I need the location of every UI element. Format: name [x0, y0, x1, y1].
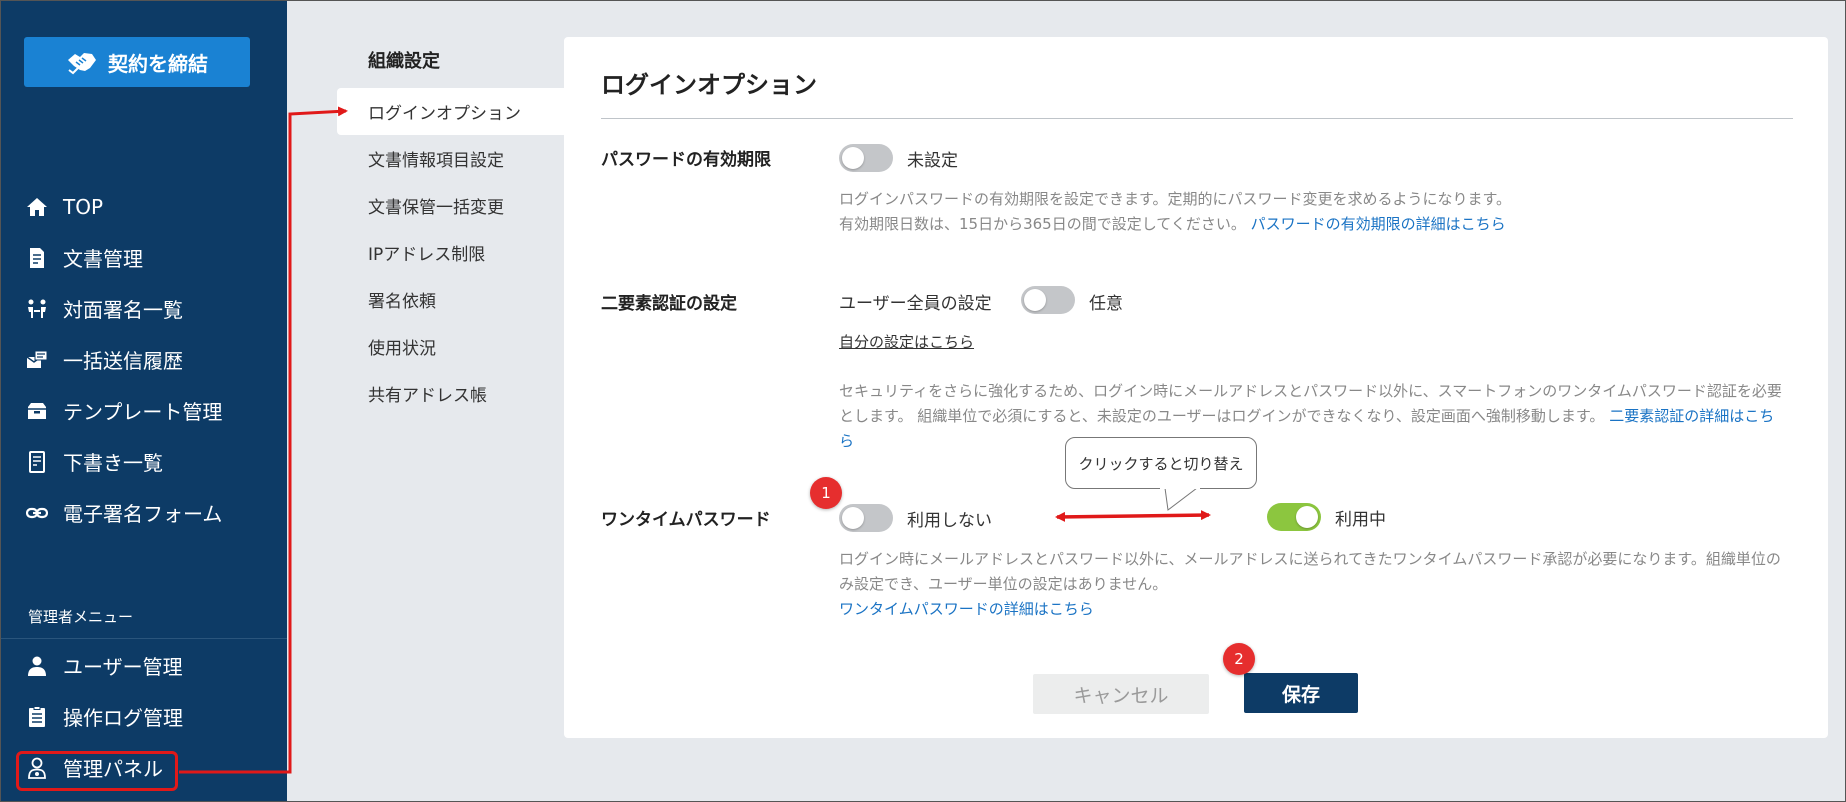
- nav-item-operation-log[interactable]: 操作ログ管理: [1, 691, 287, 742]
- nav-item-face-to-face[interactable]: 対面署名一覧: [1, 283, 287, 334]
- nav-item-label: 電子署名フォーム: [63, 502, 223, 526]
- password-expiry-state: 未設定: [907, 151, 958, 171]
- nav-item-signature-form[interactable]: 電子署名フォーム: [1, 487, 287, 538]
- toggle-knob: [842, 147, 864, 169]
- nav-item-templates[interactable]: テンプレート管理: [1, 385, 287, 436]
- divider: [601, 118, 1793, 119]
- nav-item-label: ユーザー管理: [63, 655, 183, 679]
- password-expiry-label: パスワードの有効期限: [601, 150, 771, 170]
- nav-item-admin-panel[interactable]: 管理パネル: [1, 742, 287, 793]
- settings-submenu: ログインオプション 文書情報項目設定 文書保管一括変更 IPアドレス制限 署名依…: [337, 88, 565, 417]
- submenu-title: 組織設定: [368, 51, 440, 72]
- all-users-setting-label: ユーザー全員の設定: [839, 294, 992, 314]
- nav-item-label: 文書管理: [63, 247, 143, 271]
- step-badge-2: 2: [1223, 643, 1255, 675]
- two-factor-details-link[interactable]: 二要素認証の詳細はこち: [1609, 407, 1774, 425]
- admin-nav: ユーザー管理 操作ログ管理 管理パネル: [1, 640, 287, 793]
- toggle-callout: クリックすると切り替え: [1065, 437, 1257, 489]
- two-factor-description: セキュリティをさらに強化するため、ログイン時にメールアドレスとパスワード以外に、…: [839, 379, 1799, 454]
- sidebar: 契約を締結 TOP 文書管理 対面署名一覧 一括送信履歴 テンプレート管理 下書…: [1, 1, 287, 801]
- password-expiry-details-link[interactable]: パスワードの有効期限の詳細はこちら: [1251, 215, 1506, 233]
- cancel-button[interactable]: キャンセル: [1033, 674, 1209, 714]
- two-factor-state: 任意: [1089, 294, 1123, 314]
- nav-item-user-management[interactable]: ユーザー管理: [1, 640, 287, 691]
- divider: [1, 638, 287, 639]
- one-time-password-label: ワンタイムパスワード: [601, 510, 771, 530]
- description-line: み設定でき、ユーザー単位の設定はありません。: [839, 575, 1168, 593]
- submenu-item-document-fields[interactable]: 文書情報項目設定: [337, 135, 565, 182]
- submenu-item-usage[interactable]: 使用状況: [337, 323, 565, 370]
- submenu-item-ip-restriction[interactable]: IPアドレス制限: [337, 229, 565, 276]
- description-text: 有効期限日数は、15日から365日の間で設定してください。: [839, 215, 1246, 233]
- one-time-password-on-label: 利用中: [1335, 510, 1386, 530]
- admin-user-icon: [25, 756, 49, 780]
- one-time-password-off-label: 利用しない: [907, 511, 992, 531]
- contract-button[interactable]: 契約を締結: [24, 37, 250, 87]
- face-to-face-icon: [25, 297, 49, 321]
- nav-item-label: TOP: [63, 194, 104, 219]
- main-nav: TOP 文書管理 対面署名一覧 一括送信履歴 テンプレート管理 下書き一覧 電子…: [1, 181, 287, 538]
- page-title: ログインオプション: [601, 71, 817, 99]
- own-settings-link[interactable]: 自分の設定はこちら: [839, 331, 974, 352]
- step-badge-1: 1: [810, 477, 842, 509]
- nav-item-label: 操作ログ管理: [63, 706, 183, 730]
- nav-item-bulk-send[interactable]: 一括送信履歴: [1, 334, 287, 385]
- admin-menu-heading: 管理者メニュー: [28, 608, 134, 626]
- two-factor-details-link-cont[interactable]: ら: [839, 429, 1799, 454]
- description-line: セキュリティをさらに強化するため、ログイン時にメールアドレスとパスワード以外に、…: [839, 382, 1782, 400]
- save-button[interactable]: 保存: [1244, 673, 1358, 713]
- one-time-password-toggle-off[interactable]: [839, 504, 893, 532]
- contract-button-label: 契約を締結: [108, 51, 208, 76]
- password-expiry-description: ログインパスワードの有効期限を設定できます。定期的にパスワード変更を求めるように…: [839, 187, 1799, 237]
- submenu-item-shared-address-book[interactable]: 共有アドレス帳: [337, 370, 565, 417]
- nav-item-label: 下書き一覧: [63, 451, 163, 475]
- two-factor-label: 二要素認証の設定: [601, 294, 737, 314]
- submenu-item-storage-bulk-change[interactable]: 文書保管一括変更: [337, 182, 565, 229]
- description-line: とします。 組織単位で必須にすると、未設定のユーザーはログインができなくなり、設…: [839, 404, 1799, 429]
- two-factor-toggle[interactable]: [1021, 286, 1075, 314]
- log-icon: [25, 705, 49, 729]
- nav-item-drafts[interactable]: 下書き一覧: [1, 436, 287, 487]
- one-time-password-details-link[interactable]: ワンタイムパスワードの詳細はこちら: [839, 597, 1799, 622]
- description-line: ログイン時にメールアドレスとパスワード以外に、メールアドレスに送られてきたワンタ…: [839, 550, 1781, 568]
- link-icon: [25, 501, 49, 525]
- submenu-item-signature-request[interactable]: 署名依頼: [337, 276, 565, 323]
- toggle-knob: [1024, 289, 1046, 311]
- toggle-knob: [1296, 506, 1318, 528]
- template-icon: [25, 399, 49, 423]
- nav-item-top[interactable]: TOP: [1, 181, 287, 232]
- nav-item-label: テンプレート管理: [63, 400, 223, 424]
- bulk-send-icon: [25, 348, 49, 372]
- submenu-item-login-options[interactable]: ログインオプション: [337, 88, 565, 135]
- nav-item-documents[interactable]: 文書管理: [1, 232, 287, 283]
- toggle-knob: [842, 507, 864, 529]
- password-expiry-toggle[interactable]: [839, 144, 893, 172]
- handshake-icon: [68, 53, 96, 75]
- user-icon: [25, 654, 49, 678]
- document-icon: [25, 246, 49, 270]
- description-line: 有効期限日数は、15日から365日の間で設定してください。 パスワードの有効期限…: [839, 212, 1799, 237]
- nav-item-label: 一括送信履歴: [63, 349, 183, 373]
- one-time-password-description: ログイン時にメールアドレスとパスワード以外に、メールアドレスに送られてきたワンタ…: [839, 547, 1799, 622]
- description-text: とします。 組織単位で必須にすると、未設定のユーザーはログインができなくなり、設…: [839, 407, 1605, 425]
- nav-item-label: 管理パネル: [63, 757, 163, 781]
- nav-item-label: 対面署名一覧: [63, 298, 183, 322]
- login-options-card: ログインオプション パスワードの有効期限 未設定 ログインパスワードの有効期限を…: [564, 37, 1828, 738]
- home-icon: [25, 195, 49, 219]
- description-line: ログインパスワードの有効期限を設定できます。定期的にパスワード変更を求めるように…: [839, 190, 1512, 208]
- one-time-password-toggle-on[interactable]: [1267, 503, 1321, 531]
- draft-icon: [25, 450, 49, 474]
